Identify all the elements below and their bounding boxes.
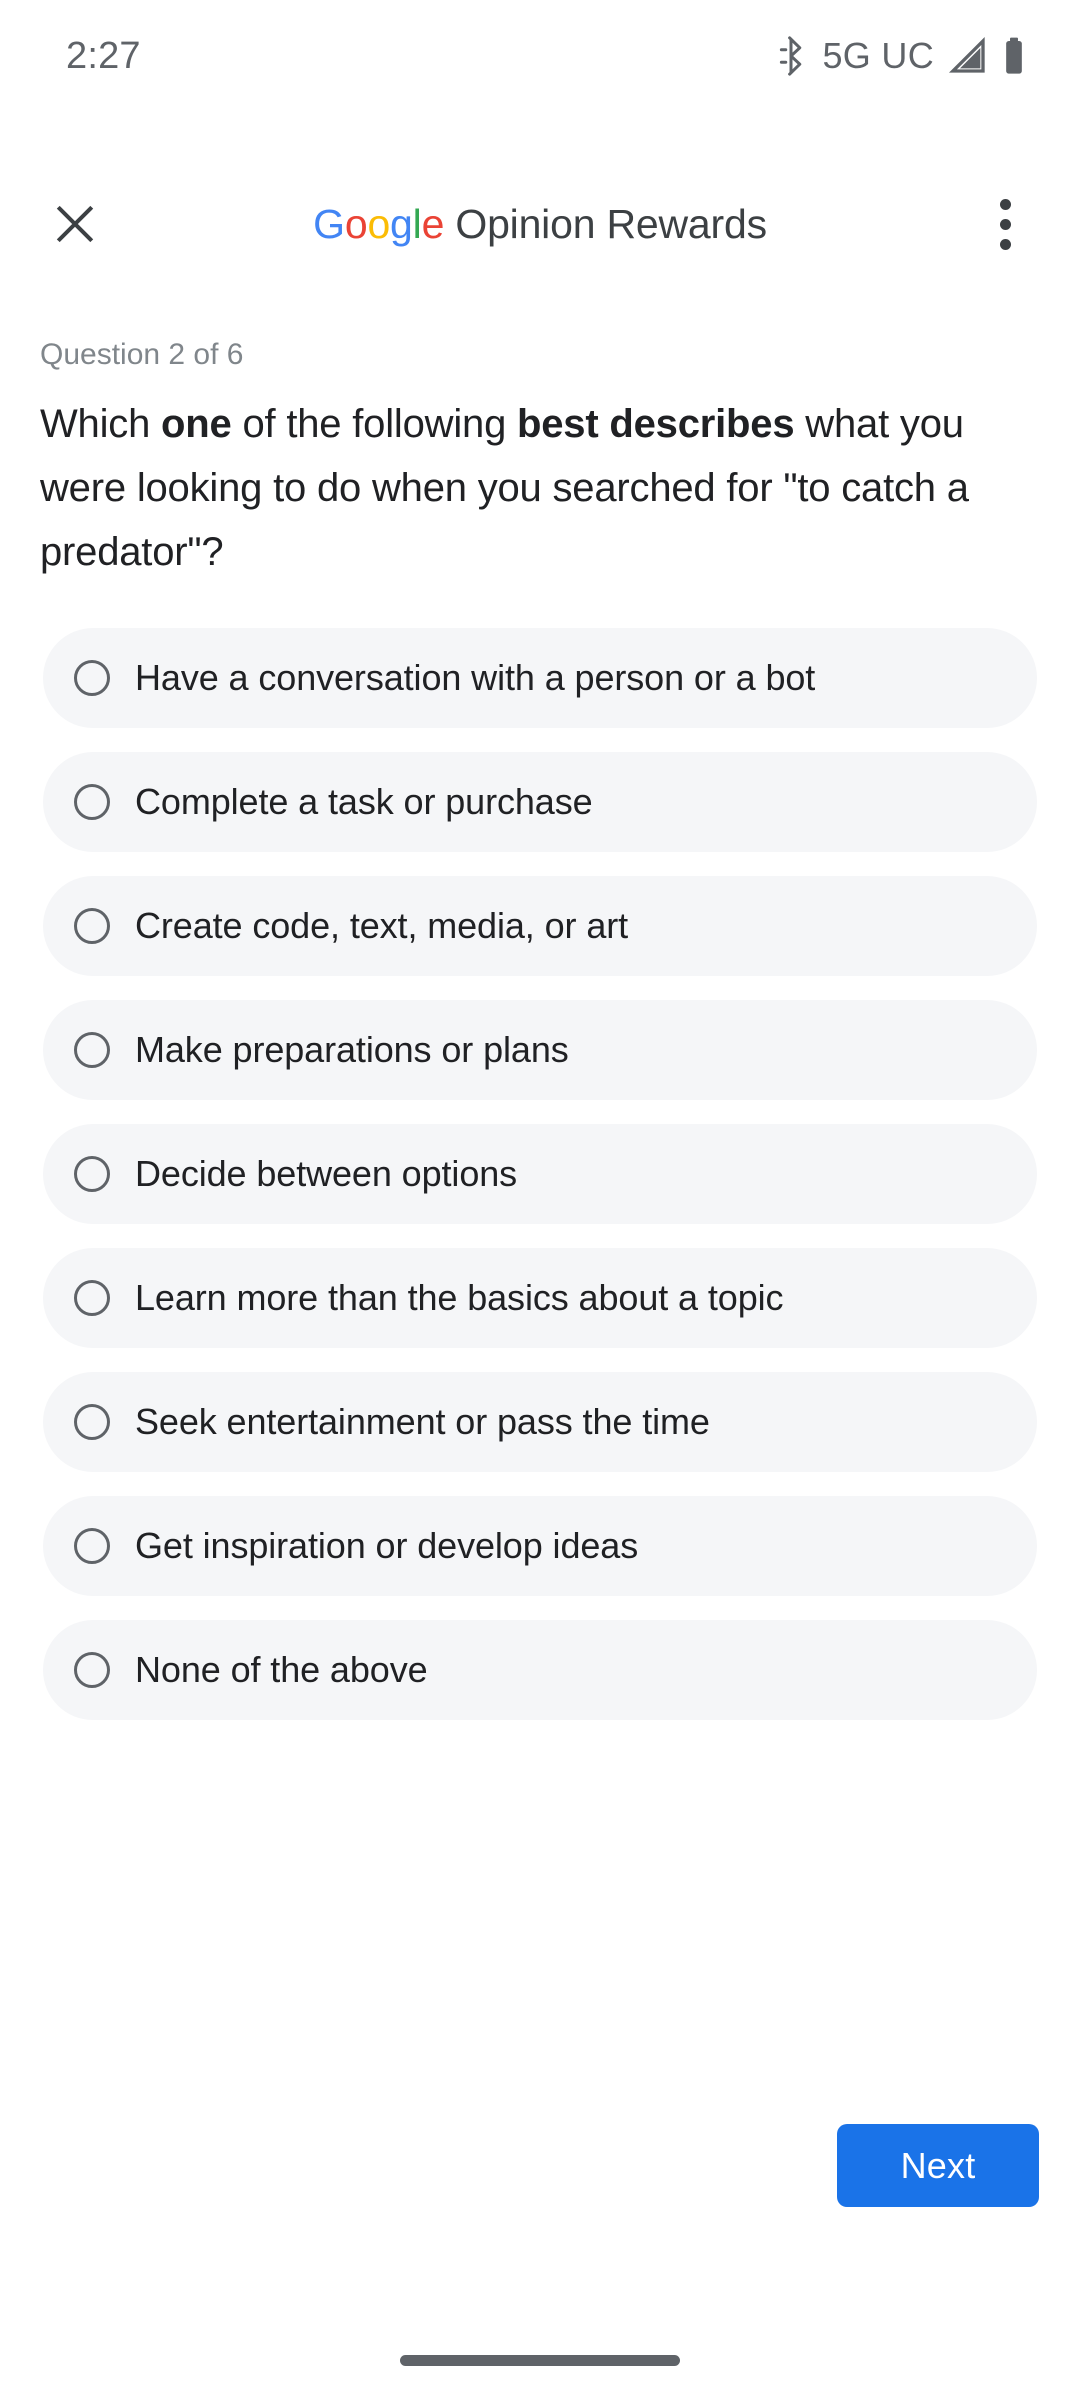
answer-option-3[interactable]: Make preparations or plans [43, 1000, 1037, 1100]
answer-option-label: Make preparations or plans [135, 1029, 569, 1070]
radio-button-icon[interactable] [74, 908, 110, 944]
more-vert-icon-dot-3 [999, 238, 1011, 250]
answer-option-7[interactable]: Get inspiration or develop ideas [43, 1496, 1037, 1596]
next-button[interactable]: Next [837, 2124, 1039, 2207]
answer-option-6[interactable]: Seek entertainment or pass the time [43, 1372, 1037, 1472]
answer-option-label: Complete a task or purchase [135, 781, 593, 822]
logo-letter-e: e [421, 200, 445, 247]
more-vert-icon-dot-2 [999, 218, 1011, 230]
question-text-run-2: of the following [231, 402, 518, 446]
bluetooth-icon [780, 36, 802, 76]
radio-button-icon[interactable] [74, 1032, 110, 1068]
answer-option-label: Get inspiration or develop ideas [135, 1525, 639, 1566]
answer-option-label: Have a conversation with a person or a b… [135, 657, 816, 698]
radio-button-icon[interactable] [74, 1652, 110, 1688]
answer-option-1[interactable]: Complete a task or purchase [43, 752, 1037, 852]
battery-full-icon [1006, 37, 1022, 74]
answer-option-label: Learn more than the basics about a topic [135, 1277, 784, 1318]
logo-letter-l: l [412, 200, 422, 247]
answer-option-2[interactable]: Create code, text, media, or art [43, 876, 1037, 976]
answer-option-0[interactable]: Have a conversation with a person or a b… [43, 628, 1037, 728]
logo-letter-o2: o [367, 200, 391, 247]
answer-option-label: Decide between options [135, 1153, 518, 1194]
home-gesture-bar[interactable] [400, 2355, 680, 2366]
logo-letter-g: G [313, 200, 345, 247]
radio-button-icon[interactable] [74, 784, 110, 820]
answer-option-8[interactable]: None of the above [43, 1620, 1037, 1720]
question-text: Which one of the following best describe… [40, 392, 1040, 584]
page-title: Google Opinion Rewards [0, 200, 1080, 247]
answer-option-label: None of the above [135, 1649, 428, 1690]
more-options-button[interactable] [964, 183, 1046, 265]
question-text-run-3: best describes [517, 402, 795, 446]
radio-button-icon[interactable] [74, 1280, 110, 1316]
status-time: 2:27 [66, 35, 141, 77]
question-text-run-0: Which [40, 402, 162, 446]
more-vert-icon-dot-1 [999, 198, 1011, 210]
app-bar: Google Opinion Rewards [0, 168, 1080, 280]
answer-option-label: Seek entertainment or pass the time [135, 1401, 710, 1442]
logo-letter-g2: g [390, 200, 413, 247]
status-bar: 2:27 5G UC [0, 0, 1080, 112]
radio-button-icon[interactable] [74, 1404, 110, 1440]
answer-option-4[interactable]: Decide between options [43, 1124, 1037, 1224]
logo-letter-o1: o [344, 200, 368, 247]
radio-button-icon[interactable] [74, 1528, 110, 1564]
answer-options-list: Have a conversation with a person or a b… [43, 628, 1037, 1744]
question-text-run-1: one [161, 402, 232, 446]
radio-button-icon[interactable] [74, 660, 110, 696]
network-type-label: 5G UC [822, 35, 934, 76]
app-title-text: Opinion Rewards [444, 200, 767, 247]
answer-option-label: Create code, text, media, or art [135, 905, 629, 946]
signal-bars-icon [948, 36, 985, 73]
status-indicators: 5G UC [774, 36, 1026, 76]
radio-button-icon[interactable] [74, 1156, 110, 1192]
answer-option-5[interactable]: Learn more than the basics about a topic [43, 1248, 1037, 1348]
question-progress-label: Question 2 of 6 [40, 338, 244, 371]
next-button-label: Next [900, 2144, 976, 2186]
